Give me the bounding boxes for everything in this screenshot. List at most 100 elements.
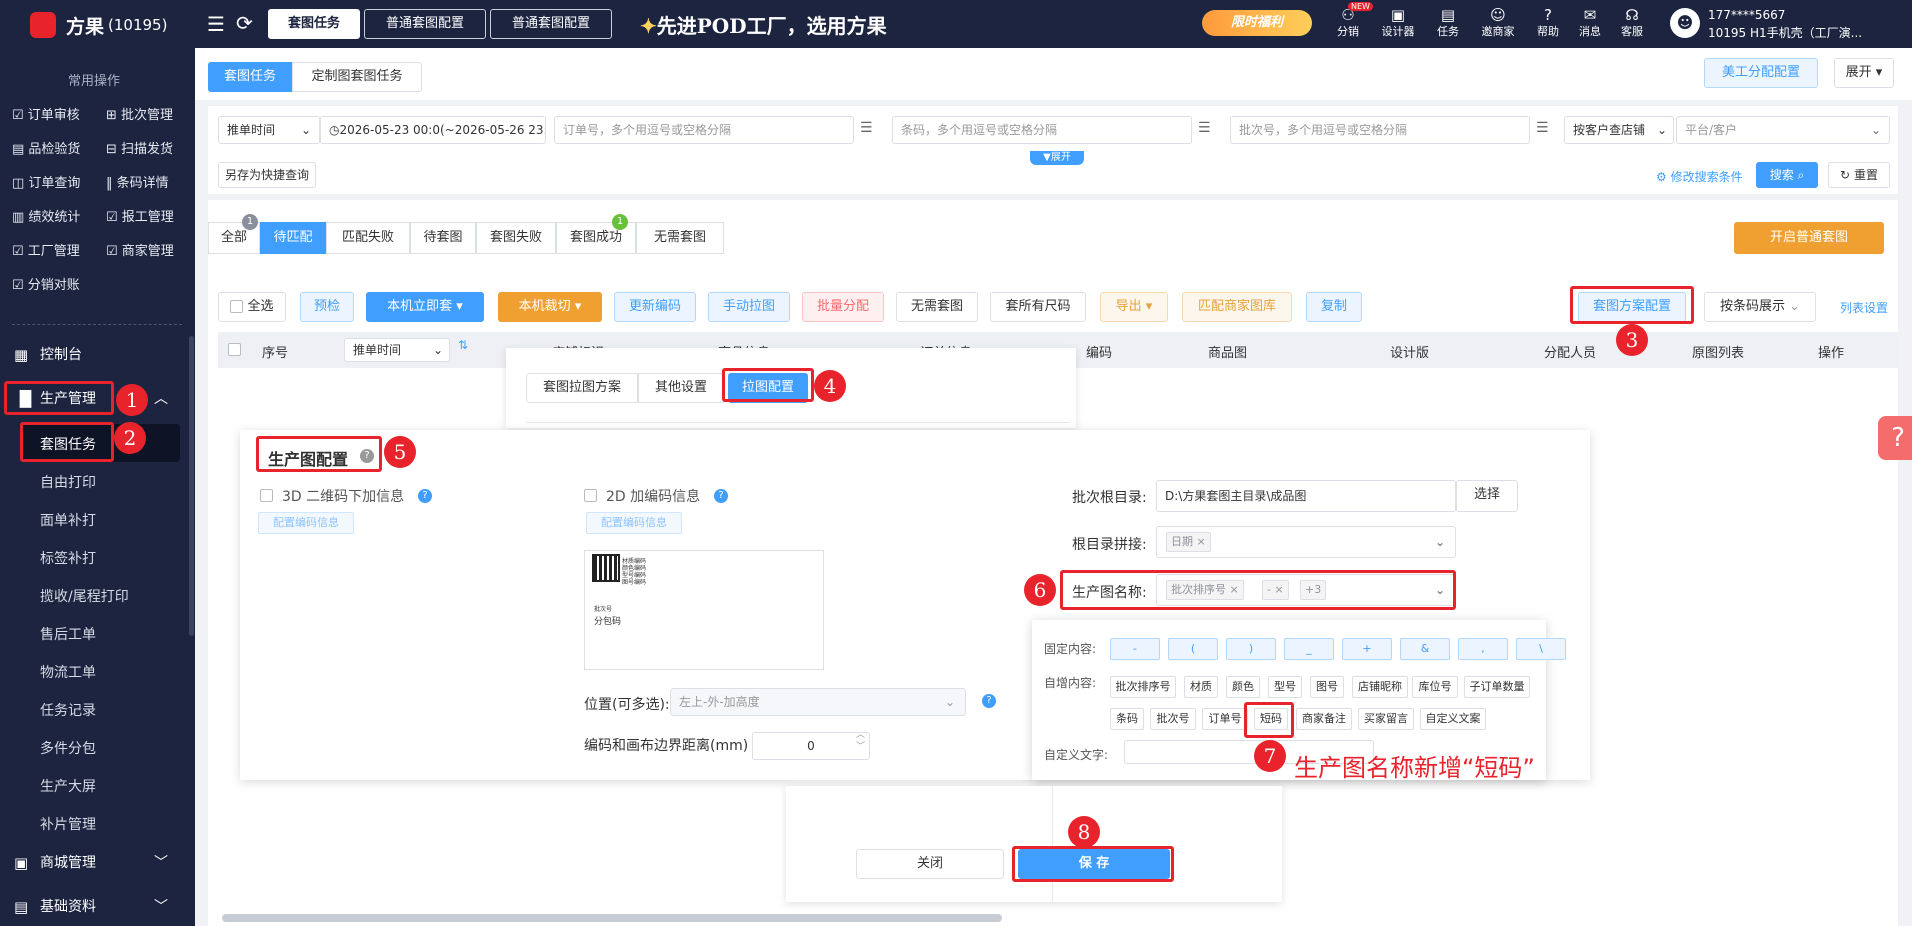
sidebar-sub-records[interactable]: 任务记录 [40, 700, 96, 720]
sidebar-sub-free-print[interactable]: 自由打印 [40, 472, 96, 492]
promo-badge[interactable]: 限时福利 [1202, 10, 1312, 36]
quick-op-order-query[interactable]: ◫ 订单查询 [12, 172, 80, 191]
position-select[interactable]: 左上-外-加高度 ⌄ [670, 688, 966, 716]
barcode-display-select[interactable]: 按条码展示 ⌄ [1704, 292, 1816, 322]
top-tab-config-1[interactable]: 普通套图配置 [364, 9, 486, 39]
inc-chip[interactable]: 订单号 [1202, 708, 1248, 730]
copy-button[interactable]: 复制 [1306, 292, 1362, 322]
art-config-button[interactable]: 美工分配配置 [1704, 58, 1818, 88]
config-code-2d-button[interactable]: 配置编码信息 [586, 512, 682, 534]
inc-chip[interactable]: 颜色 [1226, 676, 1260, 698]
quick-op-ship[interactable]: ⊟ 扫描发货 [106, 138, 173, 157]
tab-pull-scheme[interactable]: 套图拉图方案 [526, 373, 638, 403]
select-all-checkbox[interactable]: 全选 [218, 292, 286, 322]
tab-pending-match[interactable]: 待匹配 [260, 222, 326, 254]
header-checkbox[interactable] [228, 343, 241, 356]
sidebar-item-console[interactable]: 控制台 [0, 336, 195, 374]
fixed-chip[interactable]: \ [1516, 638, 1566, 660]
menu-toggle-icon[interactable]: ☰ [207, 12, 225, 36]
help-icon[interactable]: ? [982, 694, 996, 708]
list-icon[interactable]: ☰ [1198, 120, 1211, 136]
manual-pull-button[interactable]: 手动拉图 [708, 292, 790, 322]
top-tab-task[interactable]: 套图任务 [268, 9, 360, 39]
local-set-button[interactable]: 本机立即套 ▾ [366, 292, 484, 322]
inc-chip[interactable]: 图号 [1310, 676, 1344, 698]
order-input[interactable]: 订单号，多个用逗号或空格分隔 [554, 116, 854, 144]
all-sizes-button[interactable]: 套所有尺码 [990, 292, 1086, 322]
sidebar-sub-patch[interactable]: 补片管理 [40, 814, 96, 834]
share-nav[interactable]: ⚇ 分销 [1326, 6, 1370, 40]
tab-match-failed[interactable]: 匹配失败 [326, 222, 410, 254]
sidebar-sub-label[interactable]: 标签补打 [40, 548, 96, 568]
top-tab-config-2[interactable]: 普通套图配置 [490, 9, 612, 39]
checkbox[interactable] [230, 300, 244, 313]
quick-op-factory[interactable]: ☑ 工厂管理 [12, 240, 80, 259]
sidebar-sub-screen[interactable]: 生产大屏 [40, 776, 96, 796]
batch-assign-button[interactable]: 批量分配 [802, 292, 884, 322]
fixed-chip[interactable]: - [1110, 638, 1160, 660]
sidebar-sub-aftersale[interactable]: 售后工单 [40, 624, 96, 644]
inc-chip[interactable]: 自定义文案 [1420, 708, 1486, 730]
time-type-select[interactable]: 推单时间 ⌄ [218, 116, 320, 144]
modify-condition-link[interactable]: ⚙ 修改搜索条件 [1656, 168, 1743, 185]
no-set-button[interactable]: 无需套图 [896, 292, 978, 322]
quick-op-reconcile[interactable]: ☑ 分销对账 [12, 274, 80, 293]
inc-chip[interactable]: 批次排序号 [1110, 676, 1176, 698]
service-nav[interactable]: ☊ 客服 [1610, 6, 1654, 40]
barcode-input[interactable]: 条码，多个用逗号或空格分隔 [892, 116, 1192, 144]
merchant-gallery-button[interactable]: 匹配商家图库 [1182, 292, 1292, 322]
config-code-3d-button[interactable]: 配置编码信息 [258, 512, 354, 534]
tab-task[interactable]: 套图任务 [208, 62, 292, 92]
sidebar-sub-pickup[interactable]: 揽收/尾程打印 [40, 586, 129, 606]
fixed-chip[interactable]: ( [1168, 638, 1218, 660]
inc-chip[interactable]: 型号 [1268, 676, 1302, 698]
list-icon[interactable]: ☰ [1536, 120, 1549, 136]
message-nav[interactable]: ✉ 消息 [1568, 6, 1612, 40]
fixed-chip[interactable]: & [1400, 638, 1450, 660]
close-button[interactable]: 关闭 [856, 849, 1004, 879]
filter-expand-toggle[interactable]: ▼展开 [1030, 151, 1084, 165]
inc-chip[interactable]: 店铺昵称 [1352, 676, 1408, 698]
update-code-button[interactable]: 更新编码 [614, 292, 696, 322]
search-button[interactable]: 搜索 ⌕ [1756, 162, 1818, 188]
platform-select[interactable]: 平台/客户 ⌄ [1676, 116, 1890, 144]
inc-chip[interactable]: 商家备注 [1296, 708, 1352, 730]
designer-nav[interactable]: ▣ 设计器 [1376, 6, 1420, 40]
inc-chip[interactable]: 材质 [1184, 676, 1218, 698]
tab-custom-task[interactable]: 定制图套图任务 [292, 62, 422, 92]
inc-chip[interactable]: 库位号 [1412, 676, 1458, 698]
sort-time-select[interactable]: 推单时间 ⌄ [344, 338, 450, 362]
avatar[interactable]: ☻ [1670, 8, 1700, 38]
help-icon[interactable]: ? [418, 489, 432, 503]
choose-button[interactable]: 选择 [1456, 480, 1518, 512]
join-tag-date[interactable]: 日期 × [1166, 532, 1211, 552]
sidebar-sub-waybill[interactable]: 面单补打 [40, 510, 96, 530]
quick-op-inspect[interactable]: ▤ 品检验货 [12, 138, 80, 157]
save-quick-query-button[interactable]: 另存为快捷查询 [218, 162, 316, 188]
fixed-chip[interactable]: ) [1226, 638, 1276, 660]
quick-op-report[interactable]: ☑ 报工管理 [106, 206, 174, 225]
sidebar-scrollbar[interactable] [189, 336, 194, 636]
help-icon[interactable]: ? [714, 489, 728, 503]
root-input[interactable]: D:\方果套图主目录\成品图 [1156, 480, 1456, 512]
batch-input[interactable]: 批次号，多个用逗号或空格分隔 [1230, 116, 1530, 144]
start-set-button[interactable]: 开启普通套图 [1734, 222, 1884, 254]
quick-op-order-review[interactable]: ☑ 订单审核 [12, 104, 80, 123]
precheck-button[interactable]: 预检 [300, 292, 354, 322]
fixed-chip[interactable]: + [1342, 638, 1392, 660]
quick-op-merchant[interactable]: ☑ 商家管理 [106, 240, 174, 259]
distance-input[interactable]: 0 ︿ ﹀ [752, 732, 870, 760]
sidebar-sub-multipack[interactable]: 多件分包 [40, 738, 96, 758]
inc-chip[interactable]: 条码 [1110, 708, 1144, 730]
export-button[interactable]: 导出 ▾ [1100, 292, 1168, 322]
expand-button[interactable]: 展开 ▾ [1834, 58, 1894, 88]
fixed-chip[interactable]: , [1458, 638, 1508, 660]
quick-op-stats[interactable]: ▥ 绩效统计 [12, 206, 80, 225]
tab-no-set[interactable]: 无需套图 [636, 222, 724, 254]
quick-op-batch[interactable]: ⊞ 批次管理 [106, 104, 173, 123]
sidebar-sub-logistics[interactable]: 物流工单 [40, 662, 96, 682]
help-float-icon[interactable]: ? [1878, 416, 1912, 460]
tab-pending-set[interactable]: 待套图 [410, 222, 476, 254]
shop-select[interactable]: 按客户查店铺 ⌄ [1564, 116, 1674, 144]
list-icon[interactable]: ☰ [860, 120, 873, 136]
